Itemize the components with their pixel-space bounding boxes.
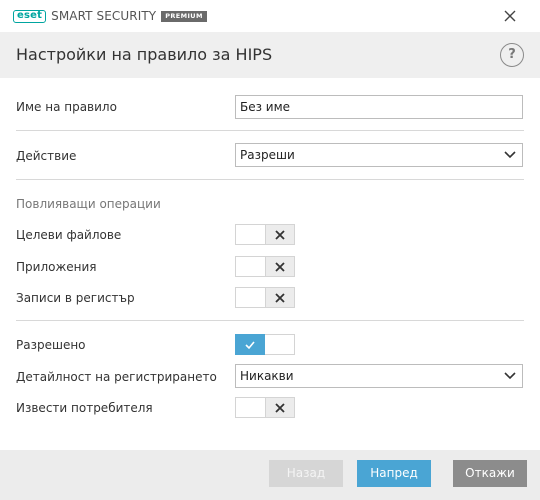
registry-entries-label: Записи в регистър [16, 291, 135, 305]
dialog-header: Настройки на правило за HIPS ? [0, 32, 540, 78]
target-files-toggle[interactable] [235, 224, 295, 245]
edition-badge: PREMIUM [161, 10, 207, 22]
dialog-footer: Назад Напред Откажи [0, 450, 540, 500]
rule-name-input[interactable]: Без име [235, 95, 523, 119]
notify-user-toggle[interactable] [235, 397, 295, 418]
operations-section-title: Повлияващи операции [16, 197, 161, 211]
notify-user-label: Извести потребителя [16, 401, 153, 415]
close-button[interactable] [502, 8, 518, 24]
action-label: Действие [16, 149, 77, 163]
x-icon [275, 262, 285, 272]
logging-severity-select[interactable]: Никакви [235, 364, 523, 388]
app-logo: eset SMART SECURITY PREMIUM [13, 9, 207, 23]
product-name: SMART SECURITY [51, 9, 157, 23]
logging-severity-label: Детайлност на регистрирането [16, 370, 217, 384]
action-select[interactable]: Разреши [235, 143, 523, 167]
enabled-label: Разрешено [16, 338, 86, 352]
eset-logo: eset [13, 9, 47, 23]
divider [16, 130, 524, 131]
divider [16, 179, 524, 180]
divider [16, 320, 524, 321]
enabled-toggle[interactable] [235, 334, 295, 355]
target-files-label: Целеви файлове [16, 228, 122, 242]
close-icon [504, 10, 516, 22]
x-icon [275, 293, 285, 303]
back-button[interactable]: Назад [269, 460, 343, 487]
applications-toggle[interactable] [235, 256, 295, 277]
title-bar: eset SMART SECURITY PREMIUM [0, 0, 540, 32]
x-icon [275, 403, 285, 413]
logging-severity-value: Никакви [240, 369, 294, 383]
chevron-down-icon [504, 151, 516, 159]
applications-label: Приложения [16, 260, 97, 274]
action-select-value: Разреши [240, 148, 295, 162]
next-button[interactable]: Напред [357, 460, 431, 487]
cancel-button[interactable]: Откажи [453, 460, 527, 487]
x-icon [275, 230, 285, 240]
check-icon [245, 341, 255, 350]
chevron-down-icon [504, 372, 516, 380]
page-title: Настройки на правило за HIPS [16, 45, 273, 64]
rule-name-label: Име на правило [16, 100, 117, 114]
help-button[interactable]: ? [500, 43, 524, 67]
registry-entries-toggle[interactable] [235, 287, 295, 308]
